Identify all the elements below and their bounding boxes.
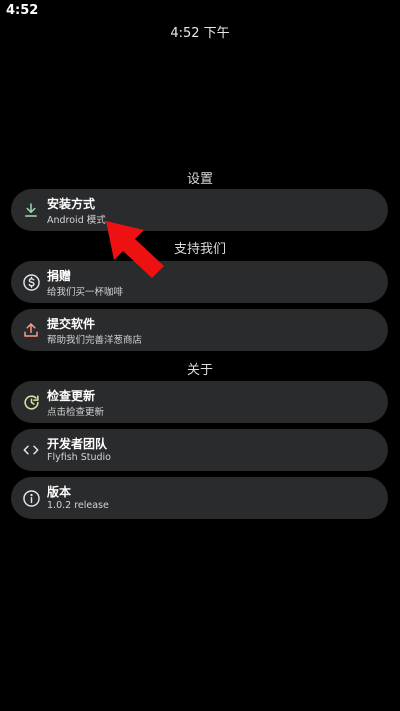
submit-software-title: 提交软件 — [47, 317, 96, 331]
donate-title: 捐赠 — [47, 269, 72, 283]
donate-subtitle: 给我们买一杯咖啡 — [47, 287, 124, 298]
update-icon — [21, 392, 41, 412]
submit-software-subtitle: 帮助我们完善洋葱商店 — [47, 335, 143, 346]
developer-team-subtitle: Flyfish Studio — [47, 452, 111, 463]
info-icon — [21, 488, 41, 508]
section-title-about: 关于 — [186, 363, 213, 378]
check-update-title: 检查更新 — [47, 389, 96, 403]
version-item[interactable]: 版本 1.0.2 release — [11, 477, 388, 519]
download-icon — [21, 200, 41, 220]
version-subtitle: 1.0.2 release — [47, 500, 109, 511]
install-method-item[interactable]: 安装方式 Android 模式 — [11, 189, 388, 231]
code-icon — [21, 440, 41, 460]
annotation-arrow-icon — [106, 221, 164, 278]
status-bar-time: 4:52 — [6, 3, 39, 18]
version-title: 版本 — [47, 485, 72, 499]
check-update-item[interactable]: 检查更新 点击检查更新 — [11, 381, 388, 423]
section-title-settings: 设置 — [186, 172, 213, 187]
check-update-subtitle: 点击检查更新 — [47, 407, 105, 418]
donate-item[interactable]: 捐赠 给我们买一杯咖啡 — [11, 261, 388, 303]
developer-team-item[interactable]: 开发者团队 Flyfish Studio — [11, 429, 388, 471]
dollar-icon — [21, 272, 41, 292]
install-method-title: 安装方式 — [47, 197, 96, 211]
upload-icon — [21, 320, 41, 340]
header-time: 4:52 下午 — [170, 26, 230, 41]
submit-software-item[interactable]: 提交软件 帮助我们完善洋葱商店 — [11, 309, 388, 351]
developer-team-title: 开发者团队 — [47, 437, 108, 451]
section-title-support: 支持我们 — [173, 242, 226, 257]
